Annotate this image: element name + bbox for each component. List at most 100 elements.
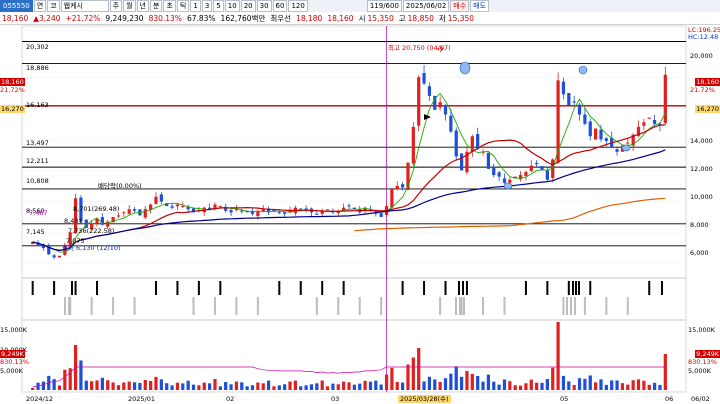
candle-body	[647, 117, 651, 119]
volume-bar	[374, 380, 378, 390]
ma60-line	[32, 149, 666, 252]
candle-body	[502, 178, 507, 183]
volume-bar	[454, 366, 458, 390]
left-price-tag: 18,160	[0, 78, 25, 86]
candle-body	[449, 115, 453, 132]
volume-bar	[379, 384, 383, 390]
volume-bar	[224, 382, 228, 390]
volume-bar	[100, 377, 104, 390]
volume-bar	[95, 380, 99, 390]
volume-bar	[149, 380, 153, 390]
signal-bar-top	[53, 281, 56, 295]
volume-bar	[529, 379, 533, 390]
candle-body	[411, 126, 415, 164]
signal-bar-bottom	[213, 297, 216, 315]
signal-bar-top	[575, 281, 577, 295]
candle-body	[594, 128, 598, 140]
right-vol-pct-tag: 830.13%	[688, 358, 717, 366]
left-vol-pct-tag: 830.13%	[0, 358, 29, 366]
trough-marker-2	[621, 144, 631, 152]
candle-body	[615, 149, 619, 152]
volume-bar	[583, 378, 587, 390]
signal-bar-top	[401, 281, 404, 295]
volume-bar	[122, 382, 126, 390]
left-vol-tick-5000k: 5,000K	[0, 367, 23, 375]
signal-bar-top	[578, 281, 580, 295]
volume-bar	[245, 386, 249, 390]
signal-bar-top	[154, 281, 157, 295]
volume-bar	[411, 357, 415, 390]
level-label-18886: 18,886	[26, 64, 49, 72]
volume-bar	[154, 376, 158, 390]
signal-bar-top	[423, 281, 426, 295]
volume-bar	[111, 382, 115, 390]
volume-bar	[352, 384, 356, 390]
signal-bar-top	[546, 281, 549, 295]
volume-bar	[540, 382, 544, 390]
volume-bar	[283, 384, 287, 390]
signal-bar-top	[444, 281, 447, 295]
candle-body	[401, 184, 405, 188]
signal-bar-bottom	[90, 297, 93, 315]
level-label-7145: 7,145	[26, 228, 45, 236]
volume-bar	[567, 381, 571, 390]
candle-body	[379, 213, 383, 217]
volume-bar	[234, 381, 239, 390]
signal-bar-top	[572, 281, 574, 295]
price-chart[interactable]	[0, 0, 720, 404]
xaxis-label-05: 05	[560, 395, 569, 403]
signal-bar-bottom	[566, 297, 568, 315]
signal-bar-bottom	[503, 297, 506, 315]
volume-bar	[288, 381, 292, 390]
candle-body	[154, 196, 158, 204]
volume-bar	[572, 385, 576, 390]
candle-body	[588, 121, 592, 137]
annotation-7075: 7,075	[66, 237, 85, 245]
candle-body	[127, 209, 131, 214]
signal-bar-top	[219, 281, 222, 295]
candle-body	[213, 204, 217, 208]
signal-bar-bottom	[133, 297, 136, 315]
volume-bar	[84, 380, 88, 390]
volume-bar	[524, 383, 528, 390]
volume-bar	[588, 375, 592, 390]
volume-bar	[535, 382, 539, 390]
annotation-8431: 8,431	[64, 217, 83, 225]
trough-marker-1	[503, 182, 513, 190]
volume-bar	[663, 354, 667, 390]
level-label-10808: 10,808	[26, 177, 49, 185]
volume-bar	[417, 348, 421, 390]
volume-bar	[331, 383, 335, 390]
candle-body	[422, 73, 426, 84]
annotation-8701: 8,701(269.48)	[73, 205, 120, 213]
volume-bar	[309, 384, 314, 390]
volume-bar	[406, 364, 410, 390]
volume-bar	[31, 388, 35, 390]
volume-bar	[513, 385, 517, 390]
signal-bar-bottom	[68, 297, 70, 315]
volume-bar	[443, 378, 448, 390]
volume-bar	[240, 382, 244, 390]
xaxis-label-06: 06	[665, 395, 674, 403]
right-vol-tick-5000k: 5,000K	[688, 367, 711, 375]
volume-bar	[390, 367, 394, 390]
signal-bar-top	[74, 281, 77, 295]
volume-bar	[90, 381, 94, 390]
signal-bar-top	[31, 281, 34, 295]
candle-body	[132, 209, 137, 211]
volume-bar	[486, 374, 491, 390]
right-price-tag: 18,160	[695, 78, 720, 86]
signal-bar-bottom	[605, 297, 608, 315]
volume-bar	[336, 384, 340, 390]
signal-bar-top	[71, 281, 73, 295]
candle-body	[143, 209, 147, 218]
volume-bar	[610, 380, 614, 390]
volume-bar	[299, 386, 303, 390]
signal-bar-top	[661, 281, 663, 295]
signal-bar-top	[524, 281, 527, 295]
signal-bar-top	[589, 281, 592, 295]
high-annotation: 최고 20,750 (04/07)	[388, 44, 451, 52]
signal-bar-bottom	[256, 297, 259, 315]
volume-bar	[626, 384, 630, 390]
volume-bar	[52, 379, 56, 390]
